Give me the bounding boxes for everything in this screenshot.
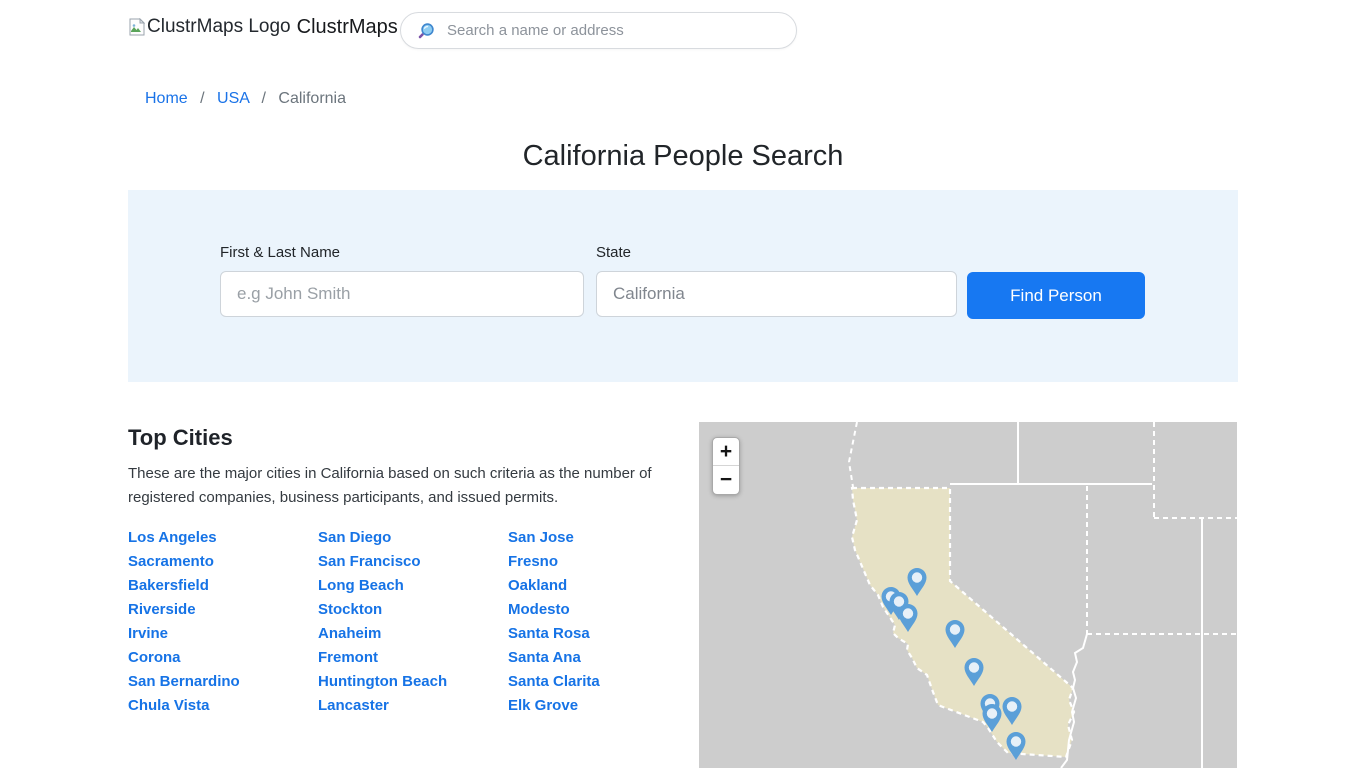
city-link[interactable]: San Francisco xyxy=(318,550,447,574)
people-search-form: First & Last Name State Find Person xyxy=(128,190,1238,382)
map-marker-pin[interactable] xyxy=(963,657,985,687)
header-search xyxy=(400,12,797,49)
state-field-label: State xyxy=(596,244,957,261)
city-link[interactable]: Fremont xyxy=(318,646,447,670)
header: ClustrMaps Logo ClustrMaps xyxy=(0,0,1366,62)
city-link[interactable]: San Jose xyxy=(508,526,600,550)
breadcrumb-home[interactable]: Home xyxy=(145,90,188,107)
city-link[interactable]: Irvine xyxy=(128,622,240,646)
breadcrumb-separator: / xyxy=(200,90,204,107)
city-link[interactable]: Huntington Beach xyxy=(318,670,447,694)
map-markers-layer xyxy=(699,422,1237,768)
map-marker-pin[interactable] xyxy=(897,603,919,633)
city-link[interactable]: Stockton xyxy=(318,598,447,622)
city-link[interactable]: San Diego xyxy=(318,526,447,550)
breadcrumb: Home / USA / California xyxy=(145,90,346,108)
city-link[interactable]: Modesto xyxy=(508,598,600,622)
find-person-button[interactable]: Find Person xyxy=(967,272,1145,319)
zoom-out-button[interactable]: − xyxy=(713,466,739,494)
city-link[interactable]: Bakersfield xyxy=(128,574,240,598)
city-link[interactable]: San Bernardino xyxy=(128,670,240,694)
search-icon xyxy=(418,22,435,39)
breadcrumb-current: California xyxy=(278,90,346,107)
city-link[interactable]: Lancaster xyxy=(318,694,447,718)
broken-image-icon xyxy=(128,18,146,41)
california-map[interactable]: + − xyxy=(699,422,1237,768)
city-link[interactable]: Riverside xyxy=(128,598,240,622)
city-link[interactable]: Fresno xyxy=(508,550,600,574)
state-input[interactable] xyxy=(596,271,957,317)
logo-link[interactable]: ClustrMaps Logo ClustrMaps xyxy=(128,16,398,41)
city-link[interactable]: Sacramento xyxy=(128,550,240,574)
city-link[interactable]: Los Angeles xyxy=(128,526,240,550)
breadcrumb-usa[interactable]: USA xyxy=(217,90,249,107)
city-column-3: San Jose Fresno Oakland Modesto Santa Ro… xyxy=(508,526,600,718)
california-people-search-page: ClustrMaps Logo ClustrMaps Home / USA / … xyxy=(0,0,1366,768)
breadcrumb-separator: / xyxy=(262,90,266,107)
search-input[interactable] xyxy=(447,22,782,39)
map-marker-pin[interactable] xyxy=(1001,696,1023,726)
city-link[interactable]: Corona xyxy=(128,646,240,670)
logo-alt-text: ClustrMaps Logo xyxy=(147,16,291,38)
map-marker-pin[interactable] xyxy=(981,703,1003,733)
top-cities-description: These are the major cities in California… xyxy=(128,462,673,510)
map-zoom-control: + − xyxy=(712,437,740,495)
name-input[interactable] xyxy=(220,271,584,317)
page-title: California People Search xyxy=(0,140,1366,173)
city-link[interactable]: Chula Vista xyxy=(128,694,240,718)
city-link[interactable]: Anaheim xyxy=(318,622,447,646)
city-column-1: Los Angeles Sacramento Bakersfield River… xyxy=(128,526,240,718)
city-link[interactable]: Santa Rosa xyxy=(508,622,600,646)
city-link[interactable]: Long Beach xyxy=(318,574,447,598)
city-link[interactable]: Santa Clarita xyxy=(508,670,600,694)
city-link[interactable]: Santa Ana xyxy=(508,646,600,670)
map-marker-pin[interactable] xyxy=(1005,731,1027,761)
city-link[interactable]: Oakland xyxy=(508,574,600,598)
logo-text: ClustrMaps xyxy=(297,16,398,39)
top-cities-heading: Top Cities xyxy=(128,425,233,451)
city-column-2: San Diego San Francisco Long Beach Stock… xyxy=(318,526,447,718)
name-field-label: First & Last Name xyxy=(220,244,584,261)
city-link[interactable]: Elk Grove xyxy=(508,694,600,718)
zoom-in-button[interactable]: + xyxy=(713,438,739,466)
map-marker-pin[interactable] xyxy=(944,619,966,649)
